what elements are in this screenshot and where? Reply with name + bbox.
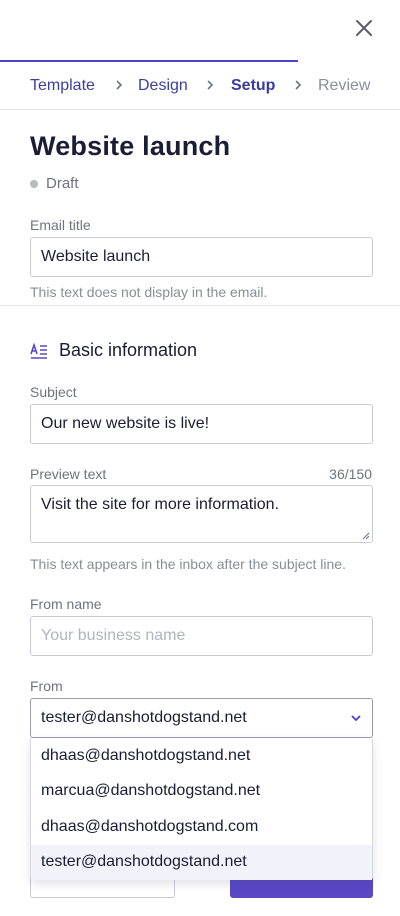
section-divider (0, 305, 400, 306)
preview-text-counter: 36/150 (329, 466, 372, 482)
page-title: Website launch (30, 131, 231, 161)
step-review[interactable]: Review (318, 76, 370, 96)
email-title-value: Website launch (41, 248, 151, 265)
from-select-value: tester@danshotdogstand.net (41, 709, 247, 726)
dropdown-option[interactable]: marcua@danshotdogstand.net (31, 774, 372, 810)
subject-value: Our new website is live! (41, 415, 210, 432)
subject-input[interactable]: Our new website is live! (30, 404, 373, 444)
preview-text-label: Preview text (30, 466, 107, 482)
chevron-right-icon (293, 78, 303, 92)
stepper: Template Design Setup Review (0, 62, 400, 110)
dropdown-option-selected[interactable]: tester@danshotdogstand.net (31, 844, 372, 880)
chevron-right-icon (205, 78, 215, 92)
from-label: From (30, 678, 63, 694)
email-title-label: Email title (30, 217, 91, 233)
from-name-input[interactable]: Your business name (30, 616, 373, 656)
step-design[interactable]: Design (138, 76, 188, 96)
subject-label: Subject (30, 384, 77, 400)
from-name-label: From name (30, 596, 102, 612)
chevron-right-icon (114, 78, 124, 92)
preview-text-value: Visit the site for more information. (41, 496, 280, 513)
email-title-input[interactable]: Website launch (30, 237, 373, 277)
resize-handle-icon[interactable] (360, 530, 370, 540)
section-title: Basic information (59, 340, 198, 360)
dropdown-option[interactable]: dhaas@danshotdogstand.com (31, 809, 372, 845)
bottom-bar (0, 905, 400, 916)
step-template[interactable]: Template (30, 76, 95, 96)
close-button[interactable] (352, 16, 376, 40)
from-name-placeholder: Your business name (41, 627, 186, 644)
dropdown-option[interactable]: dhaas@danshotdogstand.net (31, 738, 372, 774)
close-icon (356, 20, 372, 36)
step-setup[interactable]: Setup (231, 76, 275, 96)
text-format-icon (30, 341, 48, 360)
preview-text-input[interactable]: Visit the site for more information. (30, 485, 373, 543)
preview-text-help: This text appears in the inbox after the… (30, 556, 346, 572)
status-indicator: Draft (30, 175, 79, 192)
from-select[interactable]: tester@danshotdogstand.net (30, 698, 373, 738)
status-dot (30, 179, 38, 188)
chevron-down-icon (350, 713, 362, 723)
email-title-help: This text does not display in the email. (30, 284, 268, 300)
from-dropdown-menu: dhaas@danshotdogstand.net marcua@danshot… (30, 738, 373, 880)
section-heading: Basic information (30, 340, 197, 361)
status-text: Draft (46, 175, 79, 192)
